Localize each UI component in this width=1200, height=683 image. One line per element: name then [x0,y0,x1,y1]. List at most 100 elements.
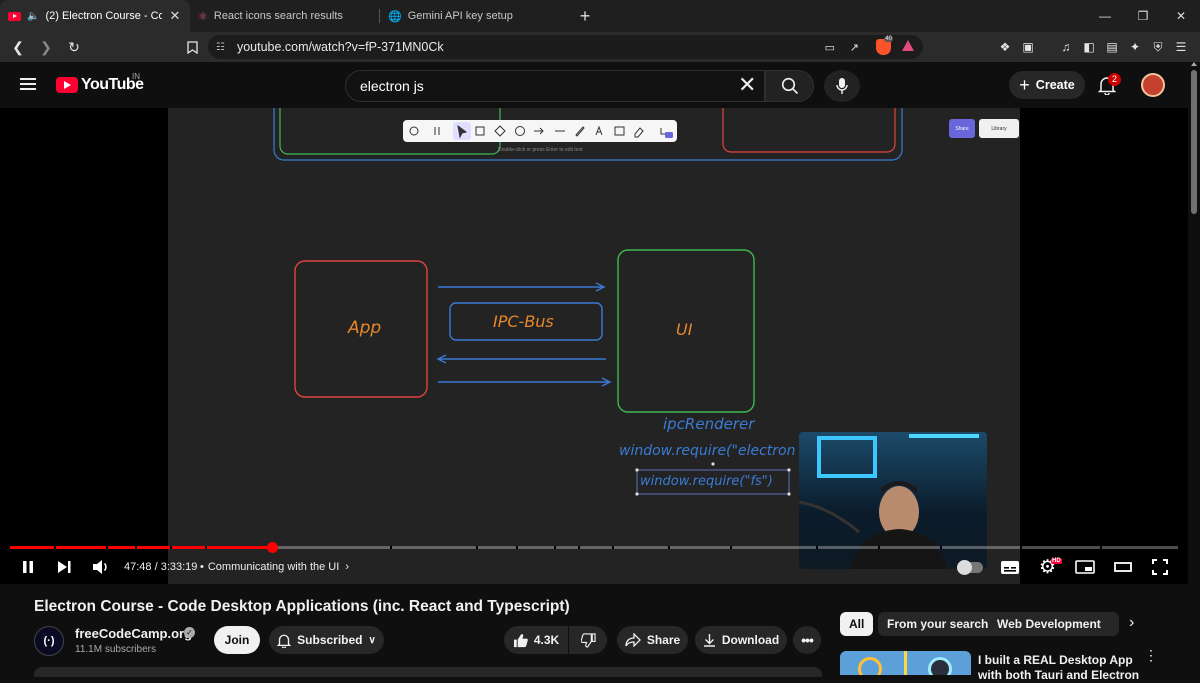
forward-button[interactable]: ❯ [34,35,58,59]
brave-rewards-icon[interactable] [902,40,914,51]
new-tab-button[interactable]: + [570,0,600,32]
tab-gemini[interactable]: 🌐 Gemini API key setup [380,0,570,32]
description-box[interactable] [34,667,822,677]
leo-ai-icon[interactable]: ✦ [1127,39,1143,55]
sidebar-icon[interactable]: ◧ [1081,39,1097,55]
channel-name[interactable]: freeCodeCamp.org [75,626,192,641]
chapter-marker [668,546,670,549]
chapter-marker [390,546,392,549]
scrollbar-thumb[interactable] [1191,70,1197,214]
chapter-marker [516,546,518,549]
reload-button[interactable]: ↻ [62,35,86,59]
settings-button[interactable]: ⚙ HD [1039,555,1062,579]
brave-shields-count: 40 [884,36,893,42]
progress-bar[interactable] [10,542,1178,553]
chips-next-icon[interactable]: › [1129,614,1134,632]
join-button[interactable]: Join [214,626,260,654]
miniplayer-button[interactable] [1075,555,1095,579]
page-scrollbar[interactable] [1188,62,1200,675]
restore-button[interactable]: ❐ [1124,0,1162,32]
ipc-bus-label: IPC-Bus [493,312,554,331]
like-button[interactable]: 4.3K [504,626,568,654]
chapter-title-button[interactable]: • Communicating with the UI › [200,561,349,573]
vpn-icon[interactable]: ⛨ [1150,39,1166,55]
voice-search-button[interactable] [824,70,860,102]
require-electron-text: window.require("electron [619,443,796,459]
recommendation-menu-icon[interactable]: ⋮ [1144,648,1158,662]
chapter-bullet: • [200,561,204,573]
subscribed-button[interactable]: Subscribed ∨ [269,626,384,654]
chapter-marker [730,546,732,549]
pause-icon [23,561,33,573]
miniplayer-icon [1075,560,1095,574]
chapter-marker [612,546,614,549]
download-button[interactable]: Download [695,626,787,654]
require-fs-text: window.require("fs") [640,474,773,489]
pause-button[interactable] [20,555,36,579]
youtube-logo[interactable]: YouTube [56,76,144,94]
cast-icon[interactable]: ▭ [825,41,835,54]
fullscreen-button[interactable] [1151,555,1169,579]
search-input[interactable]: electron js [345,70,765,102]
dislike-button[interactable] [569,626,607,654]
scroll-up-arrow[interactable] [1191,62,1197,66]
volume-icon [93,560,107,574]
search-button[interactable] [765,70,814,102]
chip-partial[interactable] [1101,612,1119,636]
subtitles-button[interactable] [1000,555,1020,579]
music-icon[interactable]: ♫ [1058,39,1074,55]
bookmark-icon[interactable] [184,39,200,55]
next-button[interactable] [56,555,72,579]
chapter-marker [106,546,108,549]
address-toolbar: ❮ ❯ ↻ ☷ youtube.com/watch?v=fP-371MN0Ck … [0,32,1200,62]
chapter-title: Communicating with the UI [207,561,340,573]
guide-menu-icon[interactable] [20,78,36,90]
autoplay-toggle[interactable] [957,555,983,579]
clear-search-icon[interactable]: ✕ [738,74,756,96]
theater-icon [1114,562,1132,572]
theater-mode-button[interactable] [1113,555,1133,579]
back-button[interactable]: ❮ [6,35,30,59]
extensions-icon[interactable]: ❖ [997,39,1013,55]
create-button[interactable]: + Create [1009,71,1085,99]
speaker-icon[interactable]: 🔈 [27,11,39,22]
tab-title: Gemini API key setup [407,10,513,22]
ipc-renderer-text: ipcRenderer [663,415,755,433]
share-label: Share [646,633,681,647]
chip-from-your-search[interactable]: From your search [878,612,998,636]
share-page-icon[interactable]: ↗ [850,41,859,54]
url-text: youtube.com/watch?v=fP-371MN0Ck [236,40,444,54]
chip-all[interactable]: All [840,612,874,636]
close-tab-icon[interactable]: ✕ [168,8,182,24]
chip-label: All [849,617,865,631]
menu-icon[interactable]: ☰ [1173,39,1189,55]
country-code: IN [132,72,140,81]
scrubber-handle[interactable] [266,542,278,553]
video-player[interactable]: App IPC-Bus UI ipcRenderer window.requir… [0,108,1188,584]
chapter-marker [578,546,580,549]
plus-icon: + [1019,75,1030,95]
recommendation-title[interactable]: I built a REAL Desktop App with both Tau… [978,653,1148,683]
tab-react-icons[interactable]: ⚛ React icons search results [190,0,380,32]
chip-web-development[interactable]: Web Development [988,612,1110,636]
extension-search-icon[interactable]: ▣ [1020,39,1036,55]
recommendation-thumbnail[interactable] [840,651,971,675]
close-window-button[interactable]: ✕ [1162,0,1200,32]
more-actions-button[interactable]: ••• [793,626,821,654]
url-bar[interactable]: ☷ youtube.com/watch?v=fP-371MN0Ck ▭ ↗ 40 [208,35,923,59]
quality-badge: HD [1051,558,1062,564]
tab-electron-course[interactable]: 🔈 (2) Electron Course - Code De ✕ [0,0,190,32]
chapter-marker [170,546,172,549]
site-settings-icon[interactable]: ☷ [216,42,225,53]
avatar[interactable] [1141,73,1165,97]
chapter-marker [205,546,207,549]
browser-tab-bar: 🔈 (2) Electron Course - Code De ✕ ⚛ Reac… [0,0,1200,32]
toolbar-hint: Double-click or press Enter to edit text [498,147,583,153]
youtube-header: YouTube IN electron js ✕ + Create 2 [0,62,1200,108]
whiteboard-library-button: Library [979,119,1019,138]
share-button[interactable]: Share [617,626,688,654]
minimize-button[interactable]: — [1086,0,1124,32]
wallet-icon[interactable]: ▤ [1104,39,1120,55]
channel-avatar[interactable]: (·) [34,626,64,656]
volume-button[interactable] [92,555,110,579]
